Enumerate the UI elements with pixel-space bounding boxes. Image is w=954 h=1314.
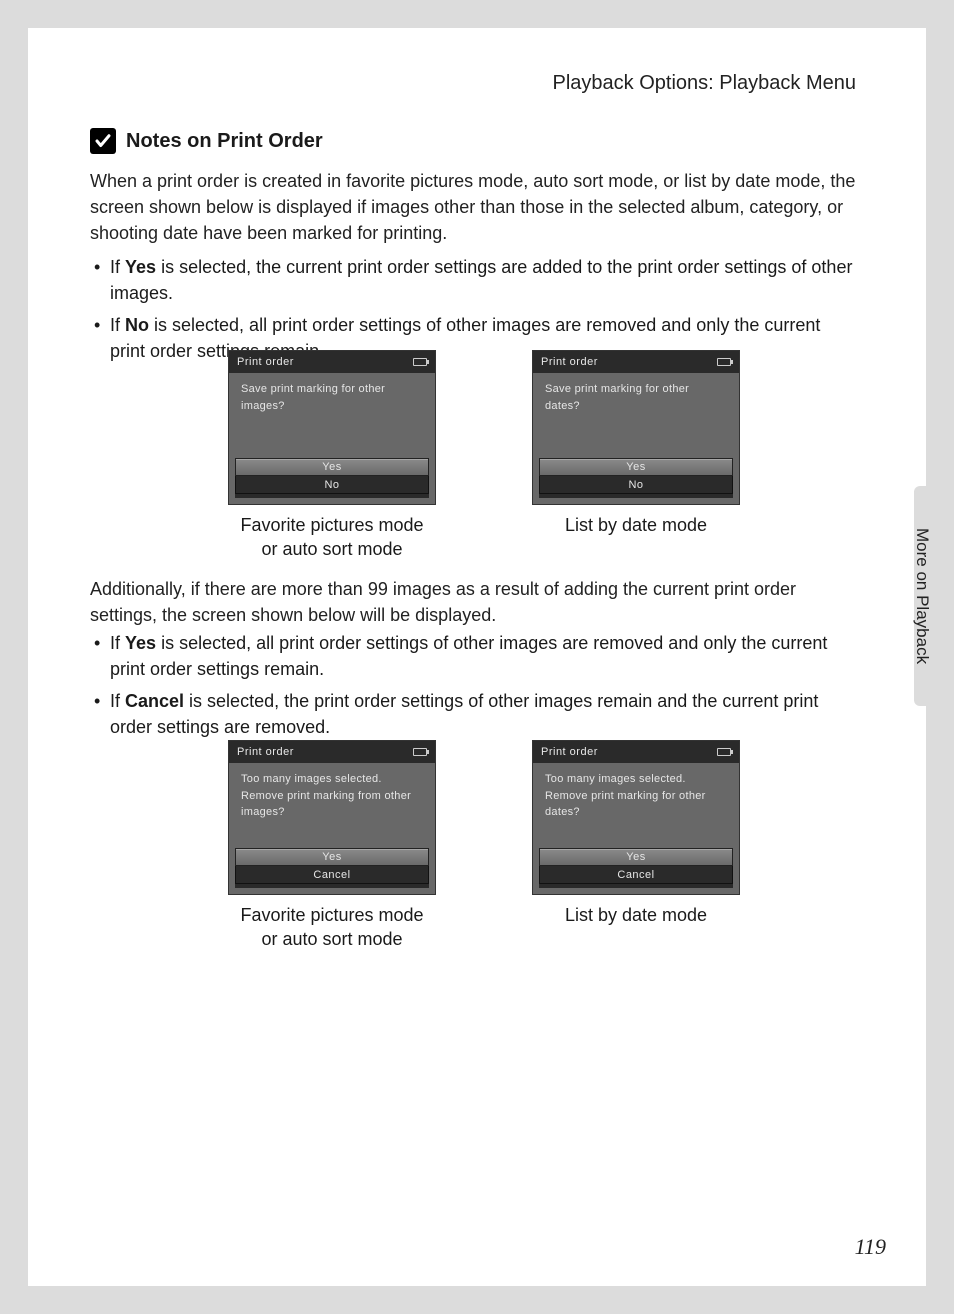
screen-prompt: Save print marking for other dates? <box>533 373 739 422</box>
screen-title: Print order <box>237 746 294 758</box>
bullet-bold: Yes <box>125 257 156 277</box>
screen-prompt: Save print marking for other images? <box>229 373 435 422</box>
screen-titlebar: Print order <box>229 351 435 373</box>
screenshot-wrap: Print order Too many images selected. Re… <box>532 740 740 952</box>
screen-caption: Favorite pictures mode or auto sort mode <box>228 903 436 952</box>
battery-icon <box>717 748 731 756</box>
battery-icon <box>413 358 427 366</box>
paragraph-intro: When a print order is created in favorit… <box>90 168 856 246</box>
option-yes[interactable]: Yes <box>235 848 429 866</box>
screen-bottom-bar <box>539 884 733 888</box>
screenshot-wrap: Print order Save print marking for other… <box>532 350 740 562</box>
bullet-text: is selected, the current print order set… <box>110 257 852 303</box>
screen-caption: Favorite pictures mode or auto sort mode <box>228 513 436 562</box>
caption-line: or auto sort mode <box>228 927 436 951</box>
list-item: If Yes is selected, all print order sett… <box>90 630 856 682</box>
bullet-text: If <box>110 691 125 711</box>
option-cancel[interactable]: Cancel <box>235 866 429 884</box>
screen-caption: List by date mode <box>532 903 740 927</box>
paragraph-additional: Additionally, if there are more than 99 … <box>90 576 856 628</box>
caption-line: Favorite pictures mode <box>228 903 436 927</box>
option-yes[interactable]: Yes <box>235 458 429 476</box>
screenshot-row-1: Print order Save print marking for other… <box>228 350 740 562</box>
screen-title: Print order <box>541 746 598 758</box>
screenshot-wrap: Print order Too many images selected. Re… <box>228 740 436 952</box>
screen-prompt: Too many images selected. Remove print m… <box>533 763 739 829</box>
battery-icon <box>717 358 731 366</box>
screen-options: Yes Cancel <box>539 848 733 888</box>
option-yes[interactable]: Yes <box>539 458 733 476</box>
page: Playback Options: Playback Menu Notes on… <box>28 28 926 1286</box>
screen-bottom-bar <box>539 494 733 498</box>
screen-caption: List by date mode <box>532 513 740 537</box>
bullet-text: is selected, the print order settings of… <box>110 691 818 737</box>
camera-screen: Print order Save print marking for other… <box>228 350 436 505</box>
bullet-text: is selected, all print order settings of… <box>110 633 827 679</box>
bullet-list-2: If Yes is selected, all print order sett… <box>90 630 856 746</box>
section-heading: Notes on Print Order <box>90 128 323 154</box>
bullet-text: If <box>110 257 125 277</box>
screen-bottom-bar <box>235 494 429 498</box>
caption-line: List by date mode <box>532 903 740 927</box>
screen-bottom-bar <box>235 884 429 888</box>
list-item: If Cancel is selected, the print order s… <box>90 688 856 740</box>
screen-options: Yes No <box>235 458 429 498</box>
list-item: If Yes is selected, the current print or… <box>90 254 856 306</box>
caption-line: or auto sort mode <box>228 537 436 561</box>
bullet-bold: Cancel <box>125 691 184 711</box>
option-no[interactable]: No <box>539 476 733 494</box>
screen-title: Print order <box>541 356 598 368</box>
screen-prompt: Too many images selected. Remove print m… <box>229 763 435 829</box>
bullet-bold: Yes <box>125 633 156 653</box>
camera-screen: Print order Save print marking for other… <box>532 350 740 505</box>
screen-titlebar: Print order <box>533 741 739 763</box>
section-title-text: Notes on Print Order <box>126 130 323 153</box>
screen-title: Print order <box>237 356 294 368</box>
battery-icon <box>413 748 427 756</box>
caption-line: List by date mode <box>532 513 740 537</box>
screen-options: Yes No <box>539 458 733 498</box>
camera-screen: Print order Too many images selected. Re… <box>228 740 436 895</box>
screen-titlebar: Print order <box>533 351 739 373</box>
screen-options: Yes Cancel <box>235 848 429 888</box>
screenshot-wrap: Print order Save print marking for other… <box>228 350 436 562</box>
check-icon <box>90 128 116 154</box>
bullet-text: If <box>110 633 125 653</box>
option-yes[interactable]: Yes <box>539 848 733 866</box>
option-no[interactable]: No <box>235 476 429 494</box>
camera-screen: Print order Too many images selected. Re… <box>532 740 740 895</box>
bullet-text: If <box>110 315 125 335</box>
page-number: 119 <box>855 1234 886 1260</box>
screen-titlebar: Print order <box>229 741 435 763</box>
option-cancel[interactable]: Cancel <box>539 866 733 884</box>
screenshot-row-2: Print order Too many images selected. Re… <box>228 740 740 952</box>
bullet-bold: No <box>125 315 149 335</box>
caption-line: Favorite pictures mode <box>228 513 436 537</box>
breadcrumb-header: Playback Options: Playback Menu <box>553 72 857 95</box>
side-section-label: More on Playback <box>912 528 932 664</box>
